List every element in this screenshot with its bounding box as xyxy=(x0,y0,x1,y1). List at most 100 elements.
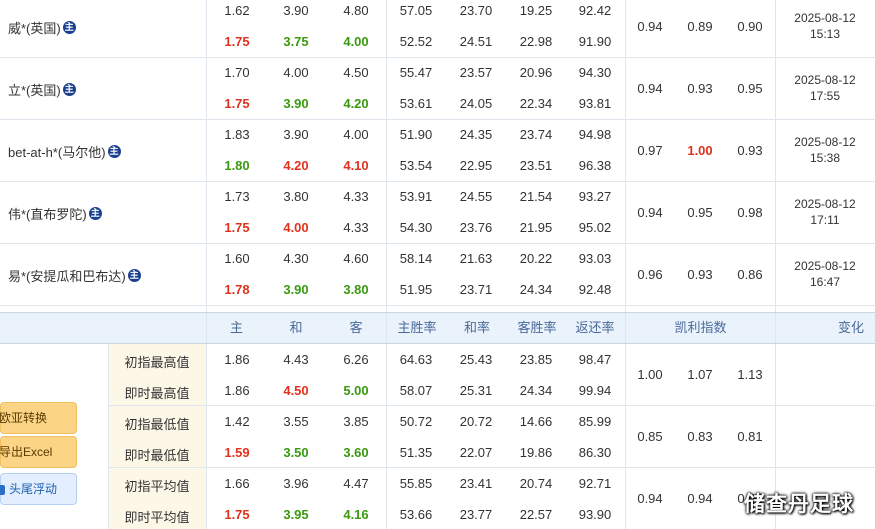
stats-value-cell: 1.42 xyxy=(224,414,250,429)
company-name-label: 威*(英国) xyxy=(8,21,61,36)
company-name[interactable]: 伟*(直布罗陀) 主 xyxy=(8,204,102,223)
live-odds-cell: 24.34 xyxy=(519,282,553,297)
main-company-badge-icon: 主 xyxy=(127,269,141,282)
live-odds-cell: 1.75 xyxy=(224,34,250,49)
live-odds-cell: 24.05 xyxy=(459,96,493,111)
initial-odds-cell: 19.25 xyxy=(519,3,553,18)
company-name[interactable]: 立*(英国) 主 xyxy=(8,80,76,99)
kelly-cell: 1.00 xyxy=(687,143,713,158)
live-odds-cell: 22.34 xyxy=(519,96,553,111)
main-company-badge-icon: 主 xyxy=(107,145,121,158)
stats-value-cell: 58.07 xyxy=(399,383,433,398)
company-name-label: 易*(安提瓜和巴布达) xyxy=(8,269,126,284)
update-date: 2025-08-12 xyxy=(794,73,856,87)
initial-odds-cell: 24.35 xyxy=(459,127,493,142)
live-odds-cell: 53.54 xyxy=(399,158,433,173)
stats-value-cell: 22.07 xyxy=(459,445,493,460)
live-odds-cell: 91.90 xyxy=(578,34,612,49)
live-odds-cell: 23.76 xyxy=(459,220,493,235)
stats-value-cell: 25.31 xyxy=(459,383,493,398)
stats-kelly-cell: 1.07 xyxy=(687,367,713,382)
live-odds-cell: 24.51 xyxy=(459,34,493,49)
initial-odds-cell: 1.60 xyxy=(224,251,250,266)
stats-value-cell: 20.72 xyxy=(459,414,493,429)
stats-kelly-cell: 0.85 xyxy=(637,429,663,444)
kelly-cell: 0.93 xyxy=(737,143,763,158)
odds-convert-button[interactable]: 欧亚转换 xyxy=(0,402,77,434)
company-name-label: 立*(英国) xyxy=(8,83,61,98)
stats-label: 即时平均值 xyxy=(124,510,190,525)
live-odds-cell: 22.95 xyxy=(459,158,493,173)
stats-value-cell: 93.90 xyxy=(578,507,612,522)
company-name[interactable]: 易*(安提瓜和巴布达) 主 xyxy=(8,266,141,285)
header-kelly-index: 凯利指数 xyxy=(674,320,727,335)
initial-odds-cell: 4.33 xyxy=(343,189,369,204)
company-name-label: 伟*(直布罗陀) xyxy=(8,207,87,222)
initial-odds-cell: 1.62 xyxy=(224,3,250,18)
export-excel-label: 导出Excel xyxy=(0,445,53,459)
initial-odds-cell: 1.83 xyxy=(224,127,250,142)
live-odds-cell: 4.33 xyxy=(343,220,369,235)
stats-value-cell: 3.60 xyxy=(343,445,369,460)
update-clock: 17:11 xyxy=(810,213,840,227)
initial-odds-cell: 21.63 xyxy=(459,251,493,266)
kelly-cell: 0.95 xyxy=(687,205,713,220)
stats-value-cell: 55.85 xyxy=(399,476,433,491)
initial-odds-cell: 3.90 xyxy=(283,3,309,18)
stats-value-cell: 23.41 xyxy=(459,476,493,491)
kelly-cell: 0.94 xyxy=(637,19,663,34)
initial-odds-cell: 23.57 xyxy=(459,65,493,80)
stats-value-cell: 3.85 xyxy=(343,414,369,429)
stats-label: 初指平均值 xyxy=(124,479,190,494)
initial-odds-cell: 20.22 xyxy=(519,251,553,266)
live-odds-cell: 21.95 xyxy=(519,220,553,235)
stats-value-cell: 5.00 xyxy=(343,383,369,398)
live-odds-cell: 22.98 xyxy=(519,34,553,49)
stats-value-cell: 19.86 xyxy=(519,445,553,460)
watermark: 储查丹足球 xyxy=(744,493,854,516)
live-odds-cell: 3.80 xyxy=(343,282,369,297)
stats-value-cell: 1.75 xyxy=(224,507,250,522)
kelly-cell: 0.96 xyxy=(637,267,663,282)
update-clock: 15:38 xyxy=(809,151,841,165)
kelly-cell: 0.93 xyxy=(687,267,713,282)
stats-value-cell: 3.50 xyxy=(283,445,309,460)
stats-label: 即时最高值 xyxy=(124,386,190,401)
stats-value-cell: 22.57 xyxy=(519,507,553,522)
initial-odds-cell: 57.05 xyxy=(399,3,433,18)
stats-value-cell: 23.77 xyxy=(459,507,493,522)
kelly-cell: 0.94 xyxy=(637,81,663,96)
update-clock: 17:55 xyxy=(809,89,841,103)
stats-value-cell: 25.43 xyxy=(459,352,493,367)
stats-label: 即时最低值 xyxy=(124,448,190,463)
kelly-cell: 0.97 xyxy=(637,143,663,158)
initial-odds-cell: 4.30 xyxy=(283,251,309,266)
kelly-cell: 0.93 xyxy=(687,81,713,96)
stats-value-cell: 20.74 xyxy=(519,476,553,491)
update-clock: 15:13 xyxy=(809,27,841,41)
stats-kelly-cell: 0.94 xyxy=(637,491,663,506)
initial-odds-cell: 21.54 xyxy=(519,189,553,204)
stats-value-cell: 4.50 xyxy=(283,383,309,398)
initial-odds-cell: 24.55 xyxy=(459,189,493,204)
update-time: 2025-08-12 17:11 xyxy=(776,196,874,228)
stats-kelly-cell: 0.83 xyxy=(687,429,713,444)
stats-value-cell: 64.63 xyxy=(399,352,433,367)
stats-label-column xyxy=(108,344,206,529)
live-odds-cell: 23.71 xyxy=(459,282,493,297)
initial-odds-cell: 4.80 xyxy=(343,3,369,18)
company-name[interactable]: 威*(英国) 主 xyxy=(8,18,76,37)
header-away-rate: 客胜率 xyxy=(517,320,557,335)
live-odds-cell: 96.38 xyxy=(578,158,612,173)
initial-odds-cell: 94.30 xyxy=(578,65,612,80)
initial-odds-cell: 58.14 xyxy=(399,251,433,266)
header-draw-rate: 和率 xyxy=(463,320,490,335)
company-name[interactable]: bet-at-h*(马尔他) 主 xyxy=(8,142,121,161)
live-odds-cell: 4.10 xyxy=(343,158,369,173)
export-excel-button[interactable]: 导出Excel xyxy=(0,436,77,468)
header-footer-float-button[interactable]: 头尾浮动 xyxy=(0,473,77,505)
live-odds-cell: 23.51 xyxy=(519,158,553,173)
stats-value-cell: 3.95 xyxy=(283,507,309,522)
stats-value-cell: 3.55 xyxy=(283,414,309,429)
stats-value-cell: 4.43 xyxy=(283,352,309,367)
